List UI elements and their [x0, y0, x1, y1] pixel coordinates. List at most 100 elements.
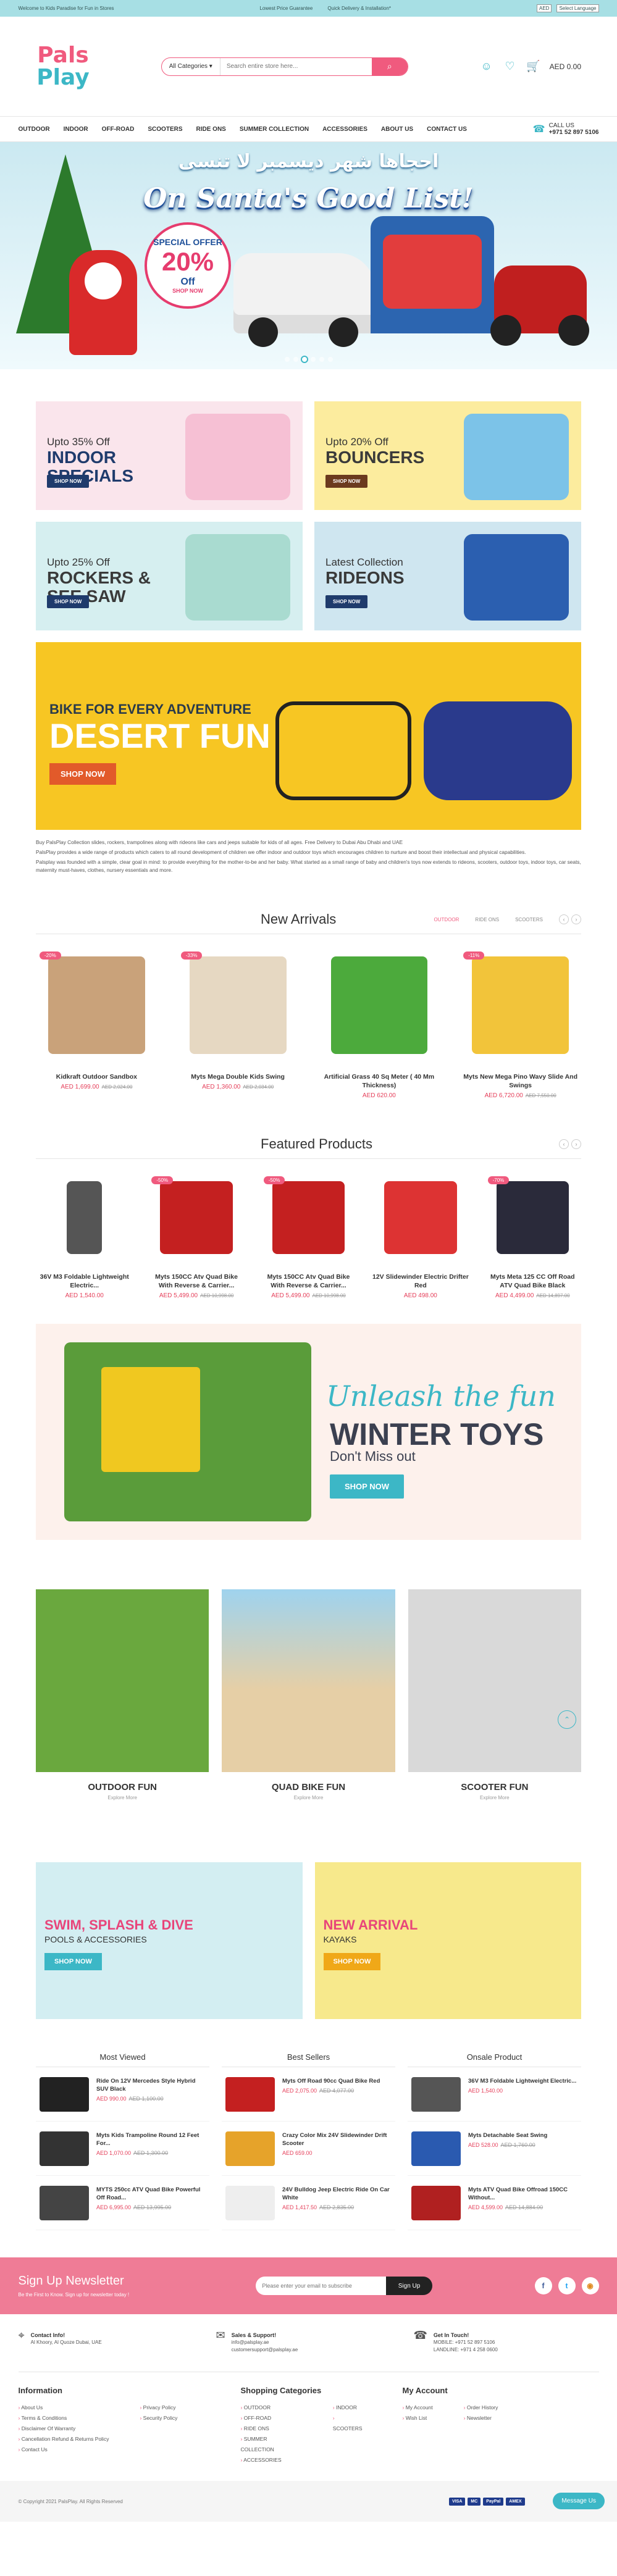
- product-name[interactable]: Myts Mega Double Kids Swing: [177, 1073, 299, 1081]
- footer-link[interactable]: ACCESSORIES: [241, 2455, 302, 2465]
- footer-link[interactable]: SUMMER COLLECTION: [241, 2434, 302, 2455]
- slider-dot[interactable]: [319, 357, 324, 362]
- promo-shop-now-button[interactable]: SHOP NOW: [325, 475, 368, 488]
- kayaks-banner[interactable]: NEW ARRIVAL KAYAKS SHOP NOW: [314, 1862, 581, 2019]
- nav-contact[interactable]: CONTACT US: [427, 126, 467, 133]
- nav-summer[interactable]: SUMMER COLLECTION: [240, 126, 309, 133]
- product-card[interactable]: 12V Slidewinder Electric Drifter Red AED…: [372, 1173, 469, 1299]
- product-card[interactable]: -50% Myts 150CC Atv Quad Bike With Rever…: [148, 1173, 245, 1299]
- promo-rockers[interactable]: Upto 25% Off ROCKERS & SEE SAW SHOP NOW: [36, 522, 303, 630]
- explore-more-link[interactable]: Explore More: [408, 1795, 581, 1800]
- nav-about[interactable]: ABOUT US: [381, 126, 413, 133]
- newsletter-signup-button[interactable]: Sign Up: [385, 2277, 433, 2295]
- next-arrow-icon[interactable]: ›: [571, 1139, 581, 1149]
- footer-link[interactable]: Security Policy: [140, 2413, 178, 2423]
- explore-more-link[interactable]: Explore More: [36, 1795, 209, 1800]
- email-link[interactable]: info@palsplay.ae: [232, 2340, 269, 2345]
- cart-icon[interactable]: 🛒: [526, 59, 541, 74]
- footer-link[interactable]: Privacy Policy: [140, 2402, 177, 2413]
- promo-shop-now-button[interactable]: SHOP NOW: [325, 595, 368, 608]
- promo-rideons[interactable]: Latest Collection RIDEONS SHOP NOW: [314, 522, 581, 630]
- desert-shop-now-button[interactable]: SHOP NOW: [49, 763, 116, 785]
- special-offer-badge[interactable]: SPECIAL OFFER 20% Off SHOP NOW: [145, 222, 231, 309]
- list-item[interactable]: MYTS 250cc ATV Quad Bike Powerful Off Ro…: [36, 2176, 209, 2230]
- category-outdoor-fun[interactable]: OUTDOOR FUN Explore More: [36, 1589, 209, 1800]
- rss-icon[interactable]: ◉: [581, 2277, 599, 2294]
- product-card[interactable]: -70% Myts Meta 125 CC Off Road ATV Quad …: [484, 1173, 581, 1299]
- footer-link[interactable]: Cancellation Refund & Returns Policy: [19, 2434, 109, 2444]
- footer-link[interactable]: Contact Us: [19, 2444, 109, 2455]
- pools-banner[interactable]: SWIM, SPLASH & DIVE POOLS & ACCESSORIES …: [36, 1862, 303, 2019]
- category-quad-bike-fun[interactable]: QUAD BIKE FUN Explore More: [222, 1589, 395, 1800]
- account-icon[interactable]: ☺: [479, 59, 494, 74]
- facebook-icon[interactable]: f: [534, 2277, 552, 2294]
- pools-shop-now-button[interactable]: SHOP NOW: [44, 1953, 102, 1970]
- nav-scooters[interactable]: SCOOTERS: [148, 126, 182, 133]
- slider-dot[interactable]: [293, 357, 298, 362]
- footer-link[interactable]: INDOOR: [333, 2402, 366, 2413]
- footer-link[interactable]: About Us: [19, 2402, 109, 2413]
- explore-more-link[interactable]: Explore More: [222, 1795, 395, 1800]
- nav-ride-ons[interactable]: RIDE ONS: [196, 126, 226, 133]
- hero-slider[interactable]: احجاها شهر ديسمبر لا تنسى On Santa's Goo…: [0, 142, 617, 369]
- tab-scooters[interactable]: SCOOTERS: [515, 917, 543, 922]
- footer-link[interactable]: OFF-ROAD: [241, 2413, 302, 2423]
- list-item[interactable]: Myts ATV Quad Bike Offroad 150CC Without…: [408, 2176, 581, 2230]
- slider-dot[interactable]: [284, 357, 290, 362]
- product-name[interactable]: Artificial Grass 40 Sq Meter ( 40 Mm Thi…: [319, 1073, 440, 1090]
- list-item[interactable]: Crazy Color Mix 24V Slidewinder Drift Sc…: [222, 2122, 395, 2176]
- newsletter-email-input[interactable]: [256, 2277, 386, 2295]
- footer-link[interactable]: Disclaimer Of Warranty: [19, 2423, 109, 2434]
- promo-indoor[interactable]: Upto 35% Off INDOOR SPECIALS SHOP NOW: [36, 401, 303, 510]
- scroll-top-icon[interactable]: ⌃: [558, 1710, 576, 1729]
- phone-block[interactable]: ☎ CALL US +971 52 897 5106: [533, 122, 599, 136]
- product-card[interactable]: Artificial Grass 40 Sq Meter ( 40 Mm Thi…: [319, 948, 440, 1099]
- product-card[interactable]: -20% Kidkraft Outdoor Sandbox AED 1,699.…: [36, 948, 157, 1099]
- product-name[interactable]: 12V Slidewinder Electric Drifter Red: [372, 1273, 469, 1290]
- nav-accessories[interactable]: ACCESSORIES: [322, 126, 367, 133]
- wishlist-icon[interactable]: ♡: [503, 59, 518, 74]
- language-select[interactable]: Select Language: [556, 4, 599, 12]
- nav-outdoor[interactable]: OUTDOOR: [19, 126, 50, 133]
- product-name[interactable]: Myts 150CC Atv Quad Bike With Reverse & …: [260, 1273, 357, 1290]
- search-category-select[interactable]: All Categories ▾: [162, 57, 220, 75]
- list-item[interactable]: Myts Kids Trampoline Round 12 Feet For..…: [36, 2122, 209, 2176]
- list-item[interactable]: 36V M3 Foldable Lightweight Electric... A…: [408, 2067, 581, 2122]
- tab-outdoor[interactable]: OUTDOOR: [434, 917, 460, 922]
- promo-shop-now-button[interactable]: SHOP NOW: [47, 475, 90, 488]
- slider-dot[interactable]: [327, 357, 333, 362]
- footer-link[interactable]: Wish List: [403, 2413, 433, 2423]
- product-name[interactable]: 36V M3 Foldable Lightweight Electric...: [36, 1273, 133, 1290]
- message-us-button[interactable]: Message Us: [553, 2493, 605, 2509]
- slider-dot-active[interactable]: [301, 357, 307, 362]
- prev-arrow-icon[interactable]: ‹: [559, 914, 569, 924]
- winter-toys-banner[interactable]: Unleash the fun WINTER TOYS Don't Miss o…: [36, 1324, 581, 1540]
- category-scooter-fun[interactable]: SCOOTER FUN Explore More: [408, 1589, 581, 1800]
- list-item[interactable]: Ride On 12V Mercedes Style Hybrid SUV Bl…: [36, 2067, 209, 2122]
- search-input[interactable]: [220, 63, 372, 70]
- winter-shop-now-button[interactable]: SHOP NOW: [330, 1474, 404, 1499]
- footer-link[interactable]: Newsletter: [464, 2413, 498, 2423]
- kayaks-shop-now-button[interactable]: SHOP NOW: [323, 1953, 381, 1970]
- product-card[interactable]: 36V M3 Foldable Lightweight Electric... …: [36, 1173, 133, 1299]
- site-logo[interactable]: Pals Play: [36, 36, 90, 98]
- tab-ride-ons[interactable]: RIDE ONS: [475, 917, 499, 922]
- product-name[interactable]: Myts 150CC Atv Quad Bike With Reverse & …: [148, 1273, 245, 1290]
- product-card[interactable]: -11% Myts New Mega Pino Wavy Slide And S…: [460, 948, 581, 1099]
- prev-arrow-icon[interactable]: ‹: [559, 1139, 569, 1149]
- list-item[interactable]: Myts Off Road 90cc Quad Bike Red AED 2,07…: [222, 2067, 395, 2122]
- desert-fun-banner[interactable]: BIKE FOR EVERY ADVENTURE DESERT FUN SHOP…: [36, 642, 581, 830]
- product-name[interactable]: Kidkraft Outdoor Sandbox: [36, 1073, 157, 1081]
- product-card[interactable]: -33% Myts Mega Double Kids Swing AED 1,3…: [177, 948, 299, 1099]
- product-name[interactable]: Myts New Mega Pino Wavy Slide And Swings: [460, 1073, 581, 1090]
- nav-indoor[interactable]: INDOOR: [64, 126, 88, 133]
- email-link[interactable]: customersupport@palsplay.ae: [232, 2347, 298, 2352]
- cart-total[interactable]: AED 0.00: [550, 62, 581, 71]
- list-item[interactable]: Myts Detachable Seat Swing AED 528.00 AED …: [408, 2122, 581, 2176]
- product-card[interactable]: -50% Myts 150CC Atv Quad Bike With Rever…: [260, 1173, 357, 1299]
- search-button[interactable]: ⌕: [371, 57, 408, 75]
- list-item[interactable]: 24V Bulldog Jeep Electric Ride On Car Wh…: [222, 2176, 395, 2230]
- footer-link[interactable]: My Account: [403, 2402, 433, 2413]
- promo-shop-now-button[interactable]: SHOP NOW: [47, 595, 90, 608]
- footer-link[interactable]: Terms & Conditions: [19, 2413, 109, 2423]
